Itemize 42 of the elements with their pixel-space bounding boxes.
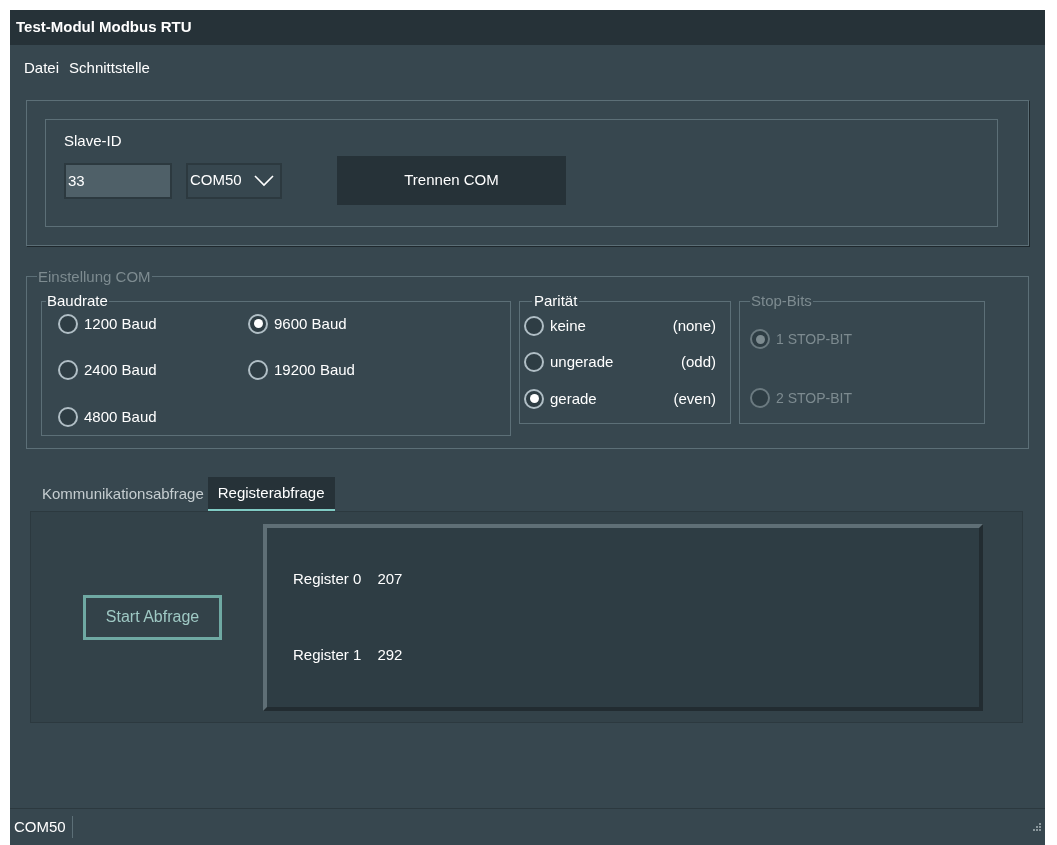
radio-button[interactable] [524,315,544,336]
register-name: Register 1 [293,645,362,665]
port-dropdown[interactable]: COM50 [186,162,282,199]
register-name: Register 0 [293,568,362,589]
radio-button[interactable] [58,313,78,334]
radio-label: gerade [550,388,597,409]
radio-hint: (even) [673,388,716,409]
radio-button[interactable] [524,352,544,373]
radio-button[interactable] [58,406,78,427]
register-value: 207 [377,568,403,589]
disconnect-button[interactable]: Trennen COM [337,156,566,205]
radio-label: 1200 Baud [84,313,157,334]
radio-label: ungerade [550,352,614,372]
group-title: Stop-Bits [750,291,813,311]
group-title: Parität [533,291,579,311]
start-query-button[interactable]: Start Abfrage [83,594,222,640]
menu-item[interactable]: Datei [24,57,60,80]
radio-label: 2400 Baud [84,360,157,380]
menu-item[interactable]: Schnittstelle [69,57,150,80]
register-value: 292 [377,645,403,665]
group-title: Einstellung COM [37,266,152,287]
radio-button[interactable] [58,360,78,381]
radio-label: 4800 Baud [84,406,157,427]
radio-button[interactable] [248,360,268,381]
tab[interactable]: Kommunikationsabfrage [38,477,208,511]
radio-hint: (odd) [680,352,716,372]
chevron-down-icon [254,174,274,187]
group-title: Baudrate [46,291,109,311]
radio-button[interactable] [524,388,544,409]
radio-label: 9600 Baud [274,313,347,334]
radio-label: 19200 Baud [274,360,355,380]
radio-label: keine [550,315,586,336]
window-title: Test-Modul Modbus RTU [16,17,192,38]
radio-button[interactable] [248,313,268,334]
slave-id-field[interactable]: 33 [64,162,172,199]
radio-label: 1 STOP-BIT [776,329,852,349]
tab[interactable]: Registerabfrage [207,477,335,511]
resize-grip-icon [1033,823,1041,831]
status-port: COM50 [14,816,73,838]
slave-id-label: Slave-ID [64,130,123,151]
radio-hint: (none) [672,315,716,336]
radio-label: 2 STOP-BIT [776,388,852,408]
